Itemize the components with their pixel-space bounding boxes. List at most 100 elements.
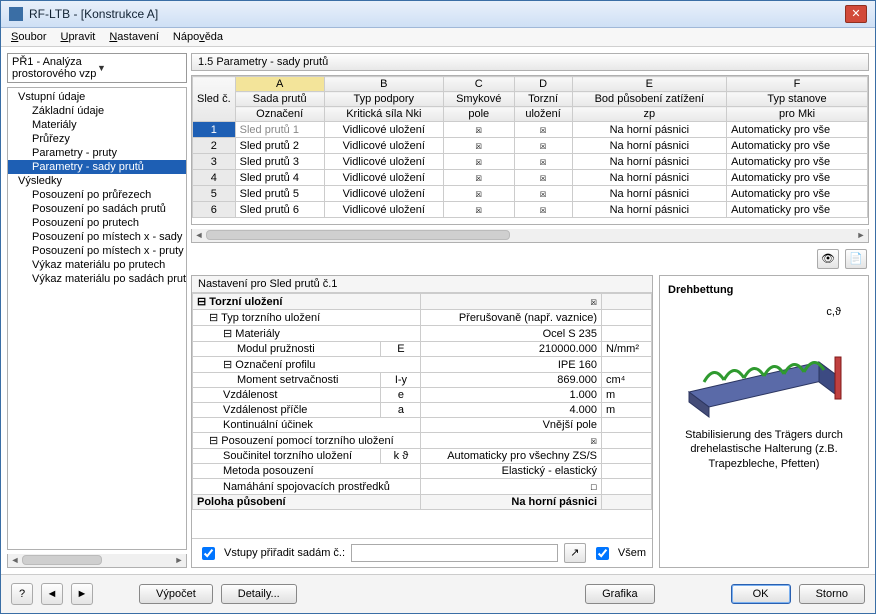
inertia-val[interactable]: 869.000 <box>421 373 602 388</box>
assign-checkbox[interactable] <box>202 547 215 560</box>
view-button[interactable]: 👁 <box>817 249 839 269</box>
row-load[interactable]: Na horní pásnici <box>572 138 726 154</box>
tree-results[interactable]: Výsledky <box>8 174 186 188</box>
all-checkbox[interactable] <box>596 547 609 560</box>
emod-val[interactable]: 210000.000 <box>421 342 602 357</box>
row-shear[interactable]: ☒ <box>443 186 514 202</box>
row-load[interactable]: Na horní pásnici <box>572 122 726 138</box>
scroll-left-icon[interactable]: ◄ <box>192 229 206 241</box>
scroll-right-icon[interactable]: ► <box>172 554 186 566</box>
row-shear[interactable]: ☒ <box>443 138 514 154</box>
row-name[interactable]: Sled prutů 3 <box>235 154 324 170</box>
row-type[interactable]: Automaticky pro vše <box>727 186 868 202</box>
row-support[interactable]: Vidlicové uložení <box>324 138 443 154</box>
tree-param-sets[interactable]: Parametry - sady prutů <box>8 160 186 174</box>
table-row[interactable]: 5Sled prutů 5Vidlicové uložení☒☒Na horní… <box>193 186 868 202</box>
row-load[interactable]: Na horní pásnici <box>572 154 726 170</box>
coef-val[interactable]: Automaticky pro všechny ZS/S <box>421 449 602 464</box>
ok-button[interactable]: OK <box>731 584 791 604</box>
row-tors[interactable]: ☒ <box>514 138 572 154</box>
assign-input[interactable] <box>351 544 558 562</box>
tree-materials[interactable]: Materiály <box>8 118 186 132</box>
row-type[interactable]: Automaticky pro vše <box>727 138 868 154</box>
tree-r1[interactable]: Posouzení po průřezech <box>8 188 186 202</box>
profile-val[interactable]: IPE 160 <box>421 357 602 373</box>
materials-val[interactable]: Ocel S 235 <box>421 326 602 342</box>
tree-basic[interactable]: Základní údaje <box>8 104 186 118</box>
row-name[interactable]: Sled prutů 1 <box>235 122 324 138</box>
menu-file[interactable]: Soubor <box>11 31 46 43</box>
prev-button[interactable]: ◄ <box>41 583 63 605</box>
row-load[interactable]: Na horní pásnici <box>572 170 726 186</box>
main-grid[interactable]: Sled č. A B C D E F Sada prutů Typ podpo… <box>191 75 869 225</box>
row-support[interactable]: Vidlicové uložení <box>324 170 443 186</box>
row-name[interactable]: Sled prutů 4 <box>235 170 324 186</box>
row-support[interactable]: Vidlicové uložení <box>324 202 443 218</box>
row-tors[interactable]: ☒ <box>514 186 572 202</box>
scroll-thumb[interactable] <box>206 230 510 240</box>
row-load[interactable]: Na horní pásnici <box>572 202 726 218</box>
tree-sections[interactable]: Průřezy <box>8 132 186 146</box>
dist-val[interactable]: 1.000 <box>421 388 602 403</box>
conn-chk[interactable]: ☐ <box>421 479 602 495</box>
tree-inputs[interactable]: Vstupní údaje <box>8 90 186 104</box>
type-support-val[interactable]: Přerušovaně (např. vaznice) <box>421 310 602 326</box>
tree-hscroll[interactable]: ◄ ► <box>7 554 187 568</box>
table-row[interactable]: 6Sled prutů 6Vidlicové uložení☒☒Na horní… <box>193 202 868 218</box>
row-shear[interactable]: ☒ <box>443 154 514 170</box>
row-support[interactable]: Vidlicové uložení <box>324 154 443 170</box>
pick-sets-button[interactable]: ↗ <box>564 543 586 563</box>
row-support[interactable]: Vidlicové uložení <box>324 122 443 138</box>
tree-r6[interactable]: Výkaz materiálu po prutech <box>8 258 186 272</box>
row-tors[interactable]: ☒ <box>514 202 572 218</box>
close-button[interactable]: ✕ <box>845 5 867 23</box>
tree-r2[interactable]: Posouzení po sadách prutů <box>8 202 186 216</box>
row-tors[interactable]: ☒ <box>514 154 572 170</box>
menu-help[interactable]: Nápověda <box>173 31 223 43</box>
row-shear[interactable]: ☒ <box>443 170 514 186</box>
row-type[interactable]: Automaticky pro vše <box>727 154 868 170</box>
row-name[interactable]: Sled prutů 2 <box>235 138 324 154</box>
props-grid[interactable]: ⊟ Torzní uložení☒ ⊟ Typ torzního uložení… <box>192 293 652 538</box>
table-row[interactable]: 1Sled prutů 1Vidlicové uložení☒☒Na horní… <box>193 122 868 138</box>
dist-p-val[interactable]: 4.000 <box>421 403 602 418</box>
cancel-button[interactable]: Storno <box>799 584 865 604</box>
table-row[interactable]: 4Sled prutů 4Vidlicové uložení☒☒Na horní… <box>193 170 868 186</box>
cont-val[interactable]: Vnější pole <box>421 418 602 433</box>
tree-r5[interactable]: Posouzení po místech x - pruty <box>8 244 186 258</box>
assess-chk[interactable]: ☒ <box>421 433 602 449</box>
tors-check[interactable]: ☒ <box>421 294 602 310</box>
row-name[interactable]: Sled prutů 6 <box>235 202 324 218</box>
method-val[interactable]: Elastický - elastický <box>421 464 602 479</box>
tree-r7[interactable]: Výkaz materiálu po sadách prut <box>8 272 186 286</box>
grid-hscroll[interactable]: ◄ ► <box>191 229 869 243</box>
graphics-button[interactable]: Grafika <box>585 584 654 604</box>
details-button[interactable]: Detaily... <box>221 584 297 604</box>
row-type[interactable]: Automaticky pro vše <box>727 202 868 218</box>
row-tors[interactable]: ☒ <box>514 170 572 186</box>
tree-r3[interactable]: Posouzení po prutech <box>8 216 186 230</box>
scroll-right-icon[interactable]: ► <box>854 229 868 241</box>
case-combo[interactable]: PŘ1 - Analýza prostorového vzp ▼ <box>7 53 187 83</box>
menu-edit[interactable]: Upravit <box>60 31 95 43</box>
scroll-left-icon[interactable]: ◄ <box>8 554 22 566</box>
tree-r4[interactable]: Posouzení po místech x - sady <box>8 230 186 244</box>
row-name[interactable]: Sled prutů 5 <box>235 186 324 202</box>
table-row[interactable]: 2Sled prutů 2Vidlicové uložení☒☒Na horní… <box>193 138 868 154</box>
row-type[interactable]: Automaticky pro vše <box>727 170 868 186</box>
nav-tree[interactable]: Vstupní údaje Základní údaje Materiály P… <box>7 87 187 550</box>
row-shear[interactable]: ☒ <box>443 202 514 218</box>
help-button[interactable]: ? <box>11 583 33 605</box>
row-shear[interactable]: ☒ <box>443 122 514 138</box>
table-row[interactable]: 3Sled prutů 3Vidlicové uložení☒☒Na horní… <box>193 154 868 170</box>
pick-button[interactable]: 📄 <box>845 249 867 269</box>
tree-param-members[interactable]: Parametry - pruty <box>8 146 186 160</box>
row-tors[interactable]: ☒ <box>514 122 572 138</box>
menu-settings[interactable]: Nastavení <box>109 31 159 43</box>
row-type[interactable]: Automaticky pro vše <box>727 122 868 138</box>
next-button[interactable]: ► <box>71 583 93 605</box>
row-support[interactable]: Vidlicové uložení <box>324 186 443 202</box>
scroll-thumb[interactable] <box>22 555 102 565</box>
row-load[interactable]: Na horní pásnici <box>572 186 726 202</box>
calc-button[interactable]: Výpočet <box>139 584 213 604</box>
